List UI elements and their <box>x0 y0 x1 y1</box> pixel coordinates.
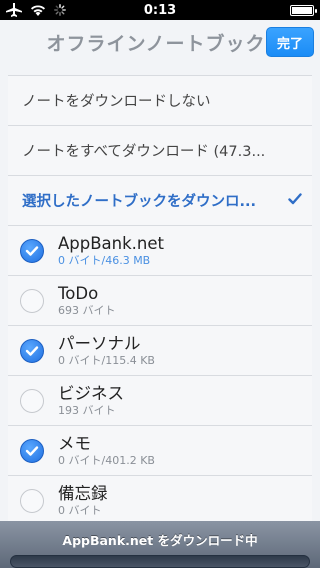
option-download-selected[interactable]: 選択したノートブックをダウンロ... <box>8 176 312 226</box>
download-progress-bar <box>10 555 310 568</box>
offline-settings-list: ノートをダウンロードしない ノートをすべてダウンロード (47.3... 選択し… <box>8 75 312 526</box>
notebook-size: 0 バイト/115.4 KB <box>58 353 155 367</box>
status-bar: 0:13 <box>0 0 320 20</box>
check-icon <box>25 345 39 356</box>
check-icon <box>25 445 39 456</box>
notebook-text: ビジネス 193 バイト <box>58 384 124 418</box>
notebook-text: メモ 0 バイト/401.2 KB <box>58 434 155 468</box>
page-title: オフラインノートブック <box>46 32 266 55</box>
checked-circle-icon[interactable] <box>20 238 44 263</box>
notebook-row-appbank[interactable]: AppBank.net 0 バイト/46.3 MB <box>8 226 312 276</box>
notebook-size: 0 バイト/401.2 KB <box>58 453 155 467</box>
check-icon <box>25 245 39 256</box>
done-button[interactable]: 完了 <box>266 27 314 57</box>
offline-notebooks-screen: 0:13 オフラインノートブック 完了 ノートをダウンロードしない ノートをすべ… <box>0 0 320 568</box>
notebook-row-business[interactable]: ビジネス 193 バイト <box>8 376 312 426</box>
notebook-text: 備忘録 0 バイト <box>58 484 108 518</box>
notebook-name: メモ <box>58 433 91 453</box>
unchecked-circle-icon[interactable] <box>20 288 44 313</box>
notebook-size: 0 バイト/46.3 MB <box>58 253 151 267</box>
notebook-text: ToDo 693 バイト <box>58 284 116 318</box>
option-label: ノートをすべてダウンロード (47.3... <box>22 144 266 160</box>
checked-circle-icon[interactable] <box>20 338 44 363</box>
battery-fill <box>292 6 312 14</box>
notebook-name: AppBank.net <box>58 233 165 253</box>
notebook-name: パーソナル <box>58 333 141 353</box>
notebook-row-memo[interactable]: メモ 0 バイト/401.2 KB <box>8 426 312 476</box>
download-status-text: AppBank.net をダウンロード中 <box>62 533 258 548</box>
checked-circle-icon[interactable] <box>20 438 44 463</box>
notebook-name: ビジネス <box>58 383 124 403</box>
notebook-row-todo[interactable]: ToDo 693 バイト <box>8 276 312 326</box>
unchecked-circle-icon[interactable] <box>20 388 44 413</box>
notebook-text: パーソナル 0 バイト/115.4 KB <box>58 334 155 368</box>
download-progress-panel: AppBank.net をダウンロード中 <box>0 521 320 568</box>
notebook-size: 693 バイト <box>58 303 116 317</box>
checkmark-icon <box>288 193 302 205</box>
unchecked-circle-icon[interactable] <box>20 488 44 513</box>
option-label: 選択したノートブックをダウンロ... <box>22 194 257 210</box>
navigation-bar: オフラインノートブック 完了 <box>0 20 320 64</box>
status-time: 0:13 <box>143 2 177 18</box>
notebook-text: AppBank.net 0 バイト/46.3 MB <box>58 234 164 268</box>
notebook-name: 備忘録 <box>58 483 108 503</box>
notebook-size: 193 バイト <box>58 403 116 417</box>
notebook-row-personal[interactable]: パーソナル 0 バイト/115.4 KB <box>8 326 312 376</box>
notebook-size: 0 バイト <box>58 503 102 517</box>
notebook-name: ToDo <box>58 283 99 303</box>
option-no-download[interactable]: ノートをダウンロードしない <box>8 76 312 126</box>
notebook-row-reminders[interactable]: 備忘録 0 バイト <box>8 476 312 526</box>
option-download-all[interactable]: ノートをすべてダウンロード (47.3... <box>8 126 312 176</box>
battery-icon <box>290 4 317 16</box>
option-label: ノートをダウンロードしない <box>22 94 211 110</box>
